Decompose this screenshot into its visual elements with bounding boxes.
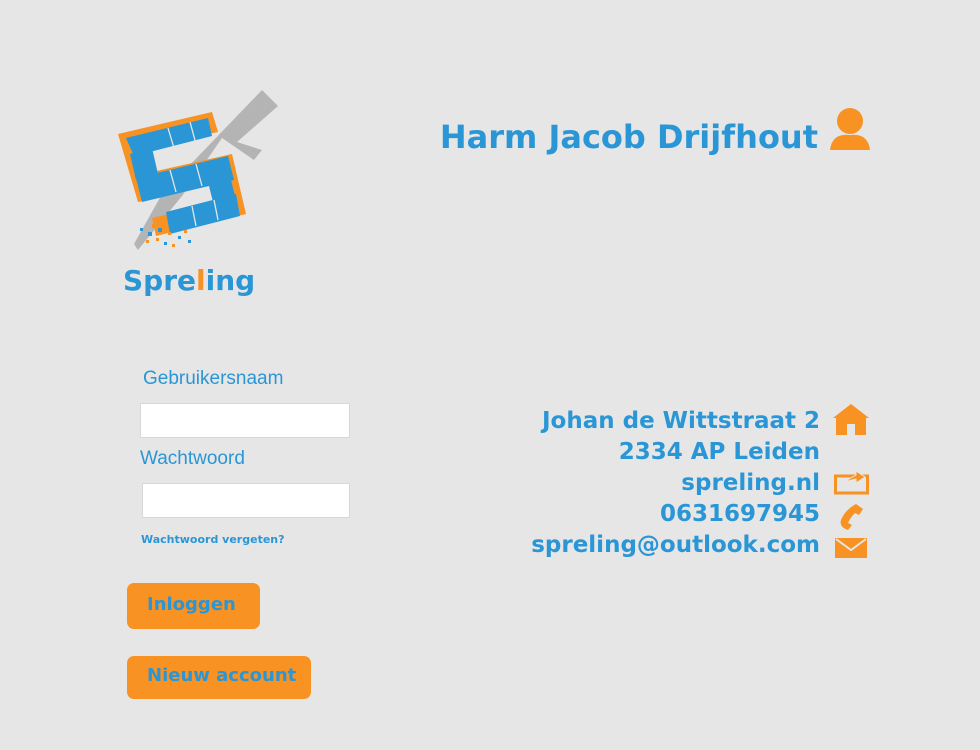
phone-icon: [840, 504, 863, 530]
username-label: Gebruikersnaam: [143, 368, 284, 389]
logo-text-prefix: Spre: [123, 264, 197, 297]
website-icon: [834, 470, 869, 495]
contact-city: 2334 AP Leiden: [618, 439, 820, 465]
logo-wordmark: Spreling: [123, 264, 255, 297]
contact-phone[interactable]: 0631697945: [660, 501, 820, 527]
login-button[interactable]: Inloggen: [127, 583, 260, 629]
password-label: Wachtwoord: [140, 448, 245, 469]
logo-text-suffix: ing: [205, 264, 256, 297]
logo-mark-icon: [118, 90, 278, 250]
username-field[interactable]: [140, 403, 350, 438]
contact-website[interactable]: spreling.nl: [681, 470, 820, 496]
logo-text-accent: l: [196, 264, 206, 297]
spreling-logo: Spreling: [112, 86, 282, 306]
password-field[interactable]: [142, 483, 350, 518]
forgot-password-link[interactable]: Wachtwoord vergeten?: [141, 533, 285, 546]
contact-email[interactable]: spreling@outlook.com: [531, 532, 820, 558]
new-account-button[interactable]: Nieuw account: [127, 656, 311, 699]
home-icon: [833, 404, 869, 435]
contact-street: Johan de Wittstraat 2: [541, 408, 820, 434]
user-name-title: Harm Jacob Drijfhout: [439, 118, 818, 156]
mail-icon: [835, 538, 867, 558]
user-icon: [830, 108, 870, 150]
